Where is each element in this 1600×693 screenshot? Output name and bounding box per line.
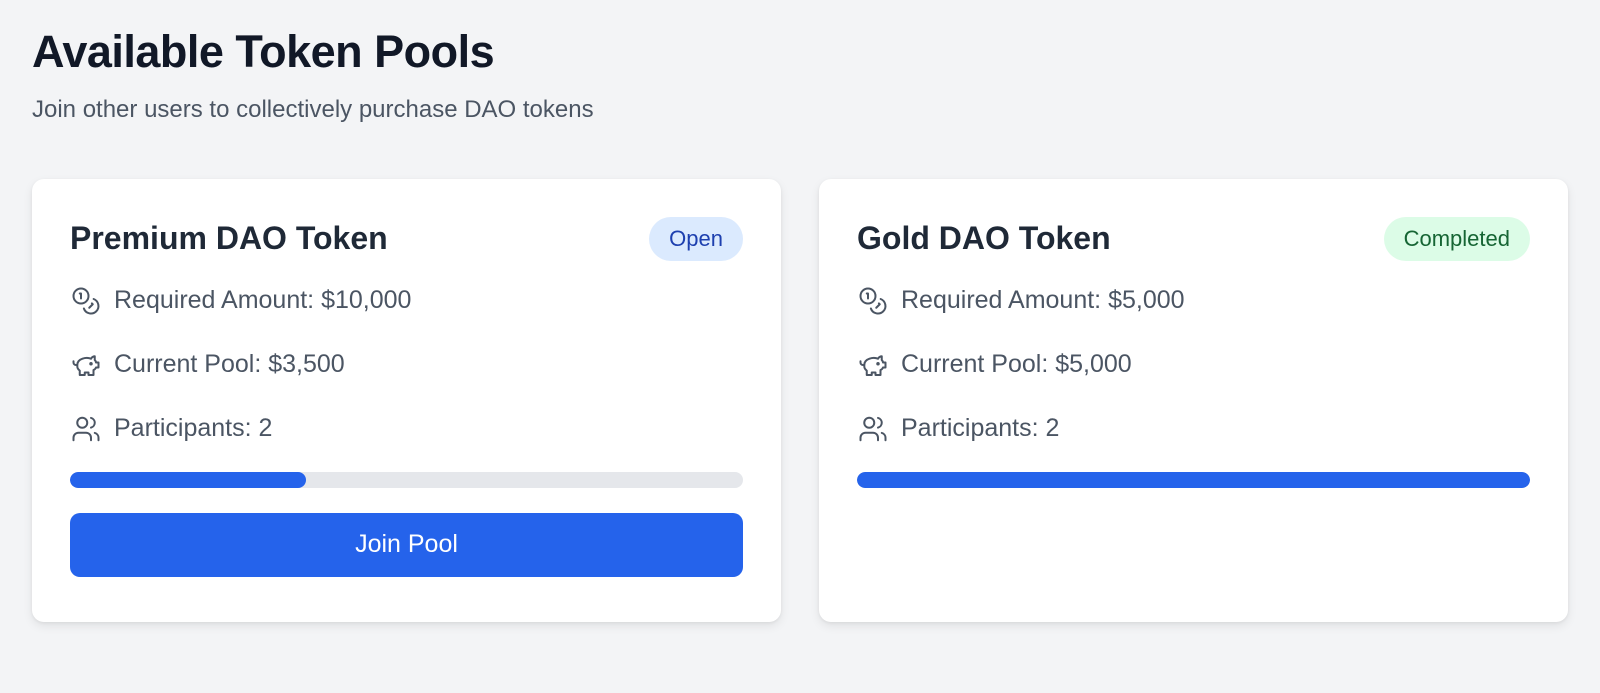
required-amount: Required Amount: $5,000 — [901, 286, 1185, 315]
page: Available Token Pools Join other users t… — [0, 0, 1600, 648]
current-pool: Current Pool: $5,000 — [901, 350, 1132, 379]
progress-bar — [857, 471, 1530, 488]
pool-name: Premium DAO Token — [70, 220, 388, 257]
join-pool-button[interactable]: Join Pool — [70, 512, 743, 577]
required-amount: Required Amount: $10,000 — [114, 286, 412, 315]
participants: Participants: 2 — [901, 414, 1060, 443]
piggy-bank-icon — [857, 349, 889, 381]
participants-row: Participants: 2 — [857, 409, 1530, 449]
users-icon — [70, 413, 102, 445]
pool-card-premium: Premium DAO Token Open Required Amount: … — [32, 178, 781, 622]
progress-fill — [857, 471, 1530, 488]
card-header: Gold DAO Token Completed — [857, 216, 1530, 261]
current-pool: Current Pool: $3,500 — [114, 350, 345, 379]
card-header: Premium DAO Token Open — [70, 216, 743, 261]
current-pool-row: Current Pool: $5,000 — [857, 345, 1530, 385]
users-icon — [857, 413, 889, 445]
coins-icon — [857, 285, 889, 317]
required-amount-row: Required Amount: $10,000 — [70, 281, 743, 321]
pool-card-gold: Gold DAO Token Completed Required Amount… — [819, 178, 1568, 622]
piggy-bank-icon — [70, 349, 102, 381]
progress-bar — [70, 471, 743, 488]
pool-list: Premium DAO Token Open Required Amount: … — [32, 178, 1568, 622]
current-pool-row: Current Pool: $3,500 — [70, 345, 743, 385]
status-badge: Completed — [1383, 216, 1530, 261]
progress-fill — [70, 471, 306, 488]
coins-icon — [70, 285, 102, 317]
pool-name: Gold DAO Token — [857, 220, 1111, 257]
status-badge: Open — [649, 216, 743, 261]
required-amount-row: Required Amount: $5,000 — [857, 281, 1530, 321]
participants: Participants: 2 — [114, 414, 273, 443]
participants-row: Participants: 2 — [70, 409, 743, 449]
page-title: Available Token Pools — [32, 26, 495, 77]
page-subtitle: Join other users to collectively purchas… — [32, 95, 594, 123]
